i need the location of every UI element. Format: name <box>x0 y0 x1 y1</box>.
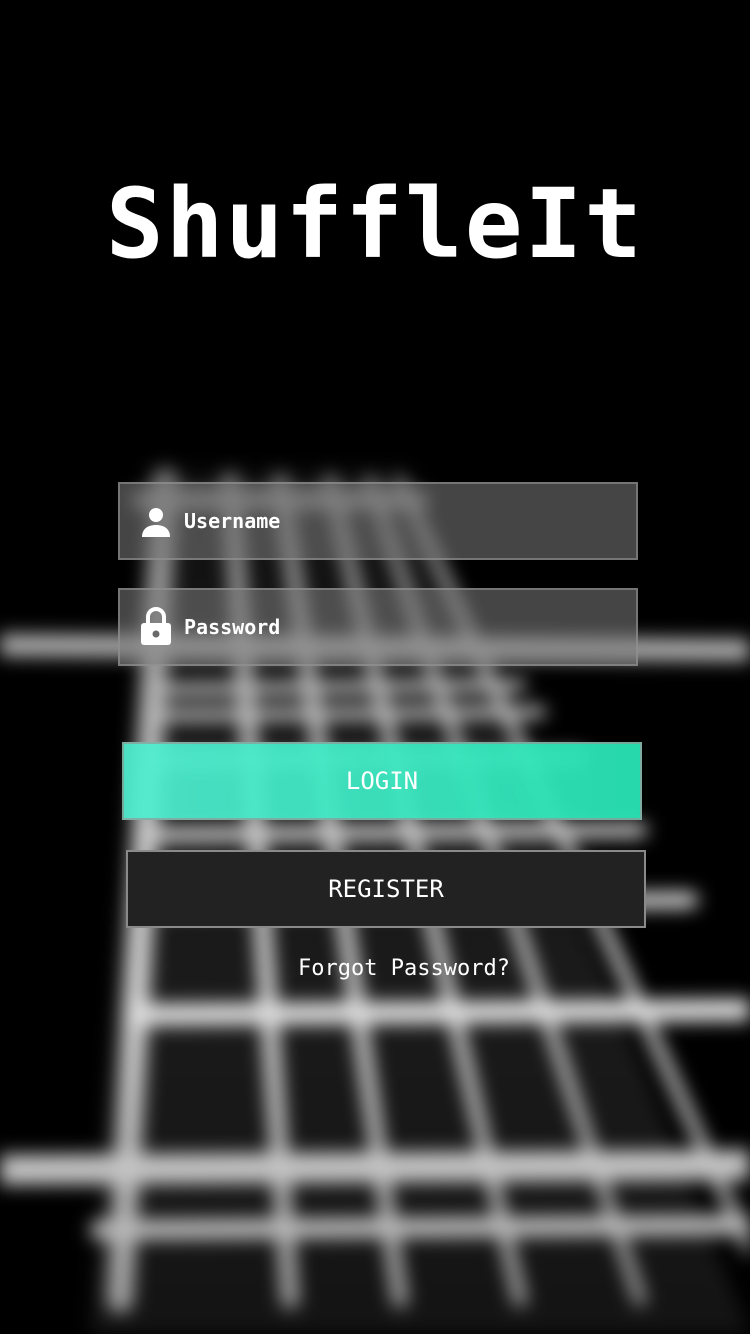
username-field[interactable] <box>118 482 638 560</box>
username-input[interactable] <box>184 484 624 558</box>
person-icon <box>140 506 172 538</box>
password-input[interactable] <box>184 590 624 664</box>
login-button[interactable]: LOGIN <box>122 742 642 820</box>
lock-icon <box>140 607 172 645</box>
forgot-password-link[interactable]: Forgot Password? <box>0 956 750 981</box>
app-title: ShuffleIt <box>105 168 645 280</box>
register-button[interactable]: REGISTER <box>126 850 646 928</box>
password-field[interactable] <box>118 588 638 666</box>
